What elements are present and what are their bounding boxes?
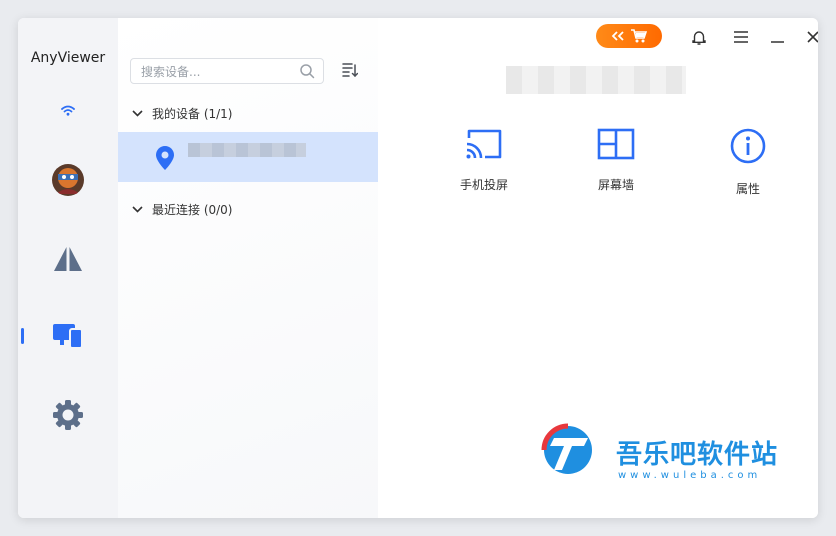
cart-icon (631, 29, 647, 43)
properties-button[interactable]: 属性 (698, 128, 798, 197)
group-label: 最近连接 (0/0) (152, 203, 233, 217)
left-nav: AnyViewer (18, 18, 118, 518)
app-window: AnyViewer 搜索设备... 我的设备 (1/1) 最近连接 (0/0) … (18, 18, 818, 518)
devices-icon (53, 324, 83, 349)
screen-wall-icon (597, 128, 635, 160)
double-chevron-left-icon (611, 31, 624, 41)
watermark-logo (541, 423, 592, 474)
watermark-url: www.wuleba.com (618, 470, 762, 481)
cast-icon (466, 129, 502, 159)
search-box (130, 58, 324, 84)
close-button[interactable] (804, 30, 818, 44)
screen-wall-button[interactable]: 屏幕墙 (566, 128, 666, 193)
bell-icon (692, 30, 706, 45)
location-pin-icon (156, 146, 174, 170)
nav-devices[interactable] (18, 314, 118, 358)
host-name-redacted (506, 66, 686, 94)
search-input[interactable] (139, 62, 293, 82)
close-icon (807, 31, 818, 43)
info-icon (730, 128, 766, 164)
account-avatar-button[interactable] (18, 158, 118, 202)
nav-settings[interactable] (18, 393, 118, 437)
group-label: 我的设备 (1/1) (152, 107, 233, 121)
avatar (52, 164, 84, 196)
promo-cart-button[interactable] (596, 24, 662, 48)
menu-button[interactable] (732, 30, 750, 44)
group-my-devices[interactable]: 我的设备 (1/1) (132, 105, 233, 122)
menu-icon (734, 31, 748, 43)
device-panel: 我的设备 (1/1) 最近连接 (0/0) (118, 18, 378, 518)
device-name-redacted (188, 143, 306, 157)
sort-list-icon[interactable] (342, 62, 358, 78)
watermark: 吾乐吧软件站 www.wuleba.com (538, 420, 818, 481)
notifications-button[interactable] (690, 30, 708, 45)
remote-control-icon (54, 247, 82, 271)
action-label: 手机投屏 (459, 178, 508, 192)
action-label: 屏幕墙 (597, 178, 634, 192)
watermark-text: 吾乐吧软件站 (616, 440, 779, 470)
minimize-icon (770, 41, 784, 43)
chevron-down-icon (132, 110, 143, 117)
chevron-down-icon (132, 206, 143, 213)
action-label: 属性 (735, 182, 760, 196)
group-recent-connections[interactable]: 最近连接 (0/0) (132, 201, 233, 218)
wifi-icon (61, 105, 75, 116)
search-icon[interactable] (299, 63, 315, 79)
device-list-item[interactable] (118, 132, 378, 182)
phone-cast-button[interactable]: 手机投屏 (434, 128, 534, 193)
minimize-button[interactable] (768, 30, 786, 44)
network-status[interactable] (18, 88, 118, 132)
app-title: AnyViewer (30, 50, 106, 66)
settings-icon (53, 400, 83, 430)
nav-remote-control[interactable] (18, 237, 118, 281)
